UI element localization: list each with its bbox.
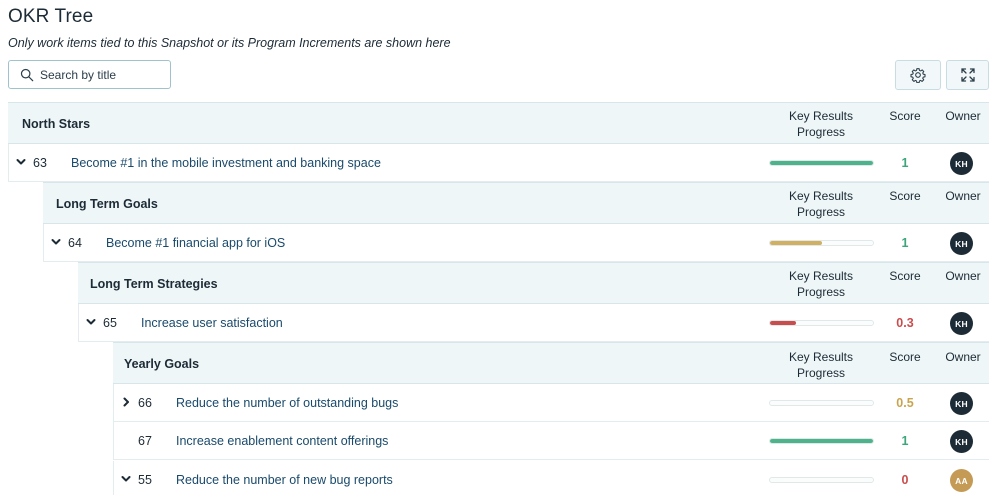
chevron-down-icon[interactable] (16, 157, 26, 167)
progress-fill (770, 321, 796, 325)
col-head-key-results: Key Results Progress (788, 350, 854, 380)
col-head-key-results: Key Results Progress (788, 189, 854, 219)
key-results-progress-bar (769, 477, 874, 483)
owner-avatar[interactable]: KH (950, 232, 973, 255)
score-value: 1 (901, 236, 909, 250)
col-head-score: Score (889, 269, 921, 283)
level-label: Long Term Goals (56, 197, 158, 211)
expand-button[interactable] (946, 60, 989, 90)
progress-fill (770, 161, 873, 165)
owner-avatar[interactable]: KH (950, 430, 973, 453)
chevron-right-icon[interactable] (121, 397, 131, 407)
page-subtitle: Only work items tied to this Snapshot or… (8, 36, 451, 50)
progress-fill (770, 439, 873, 443)
col-head-owner: Owner (945, 189, 981, 203)
col-head-score: Score (889, 189, 921, 203)
chevron-down-icon[interactable] (51, 237, 61, 247)
col-head-key-results: Key Results Progress (788, 109, 854, 139)
col-head-owner: Owner (945, 109, 981, 123)
row-title[interactable]: Become #1 financial app for iOS (106, 236, 285, 250)
progress-fill (770, 241, 822, 245)
score-value: 0.3 (896, 316, 914, 330)
key-results-progress-bar (769, 438, 874, 444)
row-title[interactable]: Reduce the number of new bug reports (176, 473, 393, 487)
col-head-score: Score (889, 109, 921, 123)
gear-icon (910, 68, 926, 83)
page-title: OKR Tree (8, 6, 94, 27)
row-title[interactable]: Increase user satisfaction (141, 316, 283, 330)
col-head-owner: Owner (945, 269, 981, 283)
score-value: 0 (901, 473, 909, 487)
row-id: 67 (138, 434, 152, 448)
chevron-down-icon[interactable] (86, 317, 96, 327)
row-id: 55 (138, 473, 152, 487)
level-label: North Stars (22, 117, 91, 131)
col-head-key-results: Key Results Progress (788, 269, 854, 299)
key-results-progress-bar (769, 160, 874, 166)
row-id: 65 (103, 316, 117, 330)
row-id: 66 (138, 396, 152, 410)
level-label: Long Term Strategies (90, 277, 218, 291)
owner-avatar[interactable]: KH (950, 312, 973, 335)
row-title[interactable]: Become #1 in the mobile investment and b… (71, 156, 381, 170)
key-results-progress-bar (769, 240, 874, 246)
search-icon (20, 68, 34, 81)
key-results-progress-bar (769, 400, 874, 406)
owner-avatar[interactable]: KH (950, 392, 973, 415)
col-head-score: Score (889, 350, 921, 364)
score-value: 0.5 (896, 396, 914, 410)
owner-avatar[interactable]: AA (950, 469, 973, 492)
search-box[interactable] (8, 60, 171, 89)
chevron-down-icon[interactable] (121, 474, 131, 484)
row-id: 63 (33, 156, 47, 170)
expand-icon (960, 68, 975, 82)
row-title[interactable]: Increase enablement content offerings (176, 434, 388, 448)
col-head-owner: Owner (945, 350, 981, 364)
settings-button[interactable] (895, 60, 941, 90)
owner-avatar[interactable]: KH (950, 152, 973, 175)
row-title[interactable]: Reduce the number of outstanding bugs (176, 396, 398, 410)
row-id: 64 (68, 236, 82, 250)
score-value: 1 (901, 156, 909, 170)
search-input[interactable] (40, 67, 160, 82)
level-label: Yearly Goals (124, 357, 200, 371)
key-results-progress-bar (769, 320, 874, 326)
score-value: 1 (901, 434, 909, 448)
